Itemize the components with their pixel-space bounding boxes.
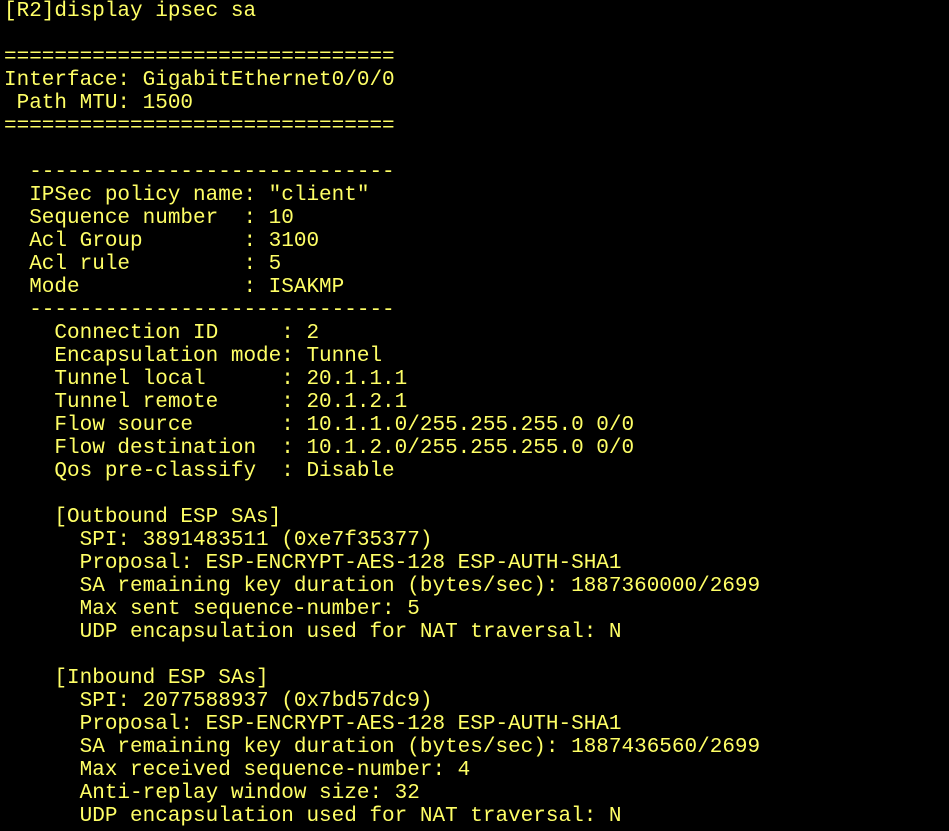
- inbound-proposal-line: Proposal: ESP-ENCRYPT-AES-128 ESP-AUTH-S…: [4, 713, 622, 736]
- max-sent-sequence-line: Max sent sequence-number: 5: [4, 598, 420, 621]
- outbound-key-duration-line: SA remaining key duration (bytes/sec): 1…: [4, 575, 761, 598]
- outbound-proposal-line: Proposal: ESP-ENCRYPT-AES-128 ESP-AUTH-S…: [4, 552, 622, 575]
- outbound-spi-line: SPI: 3891483511 (0xe7f35377): [4, 529, 433, 552]
- separator-line: ===============================: [4, 115, 395, 138]
- interface-line: Interface: GigabitEthernet0/0/0: [4, 69, 395, 92]
- connection-id-line: Connection ID : 2: [4, 322, 320, 345]
- inbound-esp-header: [Inbound ESP SAs]: [4, 667, 269, 690]
- command-line: [R2]display ipsec sa: [4, 0, 257, 23]
- dash-separator-line: -----------------------------: [4, 161, 395, 184]
- anti-replay-window-line: Anti-replay window size: 32: [4, 782, 420, 805]
- mode-line: Mode : ISAKMP: [4, 276, 345, 299]
- acl-group-line: Acl Group : 3100: [4, 230, 320, 253]
- max-received-sequence-line: Max received sequence-number: 4: [4, 759, 471, 782]
- dash-separator-line: -----------------------------: [4, 299, 395, 322]
- tunnel-remote-line: Tunnel remote : 20.1.2.1: [4, 391, 408, 414]
- terminal-window[interactable]: [R2]display ipsec sa ===================…: [0, 0, 949, 831]
- outbound-udp-encap-line: UDP encapsulation used for NAT traversal…: [4, 621, 622, 644]
- tunnel-local-line: Tunnel local : 20.1.1.1: [4, 368, 408, 391]
- policy-name-line: IPSec policy name: "client": [4, 184, 370, 207]
- flow-destination-line: Flow destination : 10.1.2.0/255.255.255.…: [4, 437, 635, 460]
- encapsulation-mode-line: Encapsulation mode: Tunnel: [4, 345, 383, 368]
- sequence-number-line: Sequence number : 10: [4, 207, 294, 230]
- path-mtu-line: Path MTU: 1500: [4, 92, 194, 115]
- inbound-key-duration-line: SA remaining key duration (bytes/sec): 1…: [4, 736, 761, 759]
- inbound-udp-encap-line: UDP encapsulation used for NAT traversal…: [4, 805, 622, 828]
- flow-source-line: Flow source : 10.1.1.0/255.255.255.0 0/0: [4, 414, 635, 437]
- qos-pre-classify-line: Qos pre-classify : Disable: [4, 460, 395, 483]
- inbound-spi-line: SPI: 2077588937 (0x7bd57dc9): [4, 690, 433, 713]
- separator-line: ===============================: [4, 46, 395, 69]
- outbound-esp-header: [Outbound ESP SAs]: [4, 506, 282, 529]
- acl-rule-line: Acl rule : 5: [4, 253, 282, 276]
